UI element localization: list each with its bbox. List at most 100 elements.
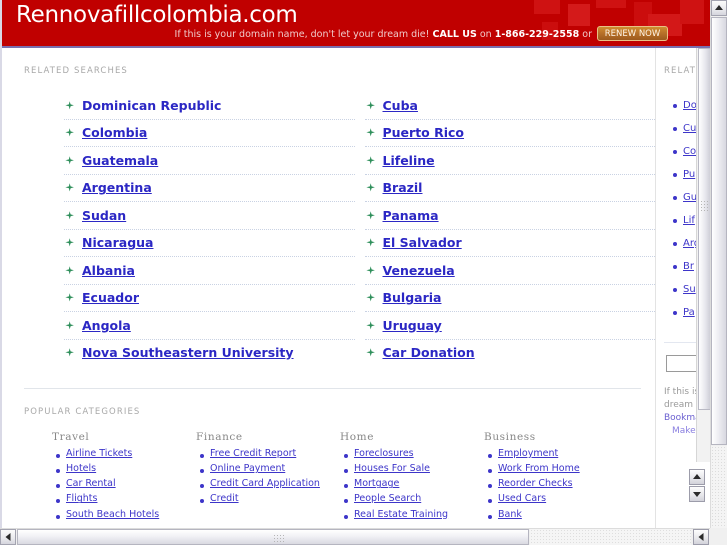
related-search-link[interactable]: Colombia (82, 125, 147, 140)
popular-category-item[interactable]: Flights (52, 493, 196, 505)
popular-category-item[interactable]: Used Cars (484, 493, 628, 505)
vertical-scrollbar-thumb[interactable] (711, 17, 727, 445)
related-search-item[interactable]: Sudan (64, 202, 355, 230)
related-search-link[interactable]: Puerto Rico (383, 125, 465, 140)
browser-horizontal-scrollbar[interactable] (0, 528, 727, 545)
vertical-scrollbar-track[interactable] (711, 446, 727, 528)
popular-category-link[interactable]: Credit Card Application (210, 478, 320, 490)
popular-category-item[interactable]: South Beach Hotels (52, 509, 196, 521)
popular-category-item[interactable]: Mortgage (340, 478, 484, 490)
related-search-item[interactable]: Dominican Republic (64, 92, 355, 120)
related-search-link[interactable]: Brazil (383, 180, 423, 195)
related-search-item[interactable]: Colombia (64, 120, 355, 147)
popular-category-item[interactable]: Employment (484, 448, 628, 460)
sidebar-link[interactable]: Do (683, 100, 697, 111)
sidebar-link[interactable]: Cu (683, 123, 696, 134)
popular-category-item[interactable]: Airline Tickets (52, 448, 196, 460)
popular-category-link[interactable]: People Search (354, 493, 421, 505)
sidebar-link[interactable]: Gu (683, 192, 697, 203)
popular-category-item[interactable]: People Search (340, 493, 484, 505)
related-search-link[interactable]: Car Donation (383, 345, 475, 360)
popular-category-link[interactable]: Work From Home (498, 463, 580, 475)
related-search-item[interactable]: Bulgaria (364, 285, 655, 312)
related-search-item[interactable]: Nicaragua (64, 230, 355, 257)
browser-vertical-scrollbar[interactable] (710, 0, 727, 528)
related-search-item[interactable]: Nova Southeastern University (64, 340, 355, 367)
popular-category-item[interactable]: Hotels (52, 463, 196, 475)
related-search-link[interactable]: Angola (82, 318, 131, 333)
scroll-left-button[interactable] (0, 529, 16, 545)
related-search-link[interactable]: Nicaragua (82, 235, 153, 250)
scroll-up-button[interactable] (711, 0, 727, 16)
related-search-link[interactable]: Panama (383, 208, 439, 223)
sidebar-link[interactable]: Co (683, 146, 696, 157)
popular-category-item[interactable]: Credit (196, 493, 340, 505)
related-search-item[interactable]: El Salvador (364, 230, 655, 257)
popular-category-link[interactable]: Hotels (66, 463, 96, 475)
popular-category-link[interactable]: Flights (66, 493, 97, 505)
popular-category-link[interactable]: Used Cars (498, 493, 546, 505)
popular-category-item[interactable]: Bank (484, 509, 628, 521)
related-search-item[interactable]: Brazil (364, 175, 655, 202)
related-search-link[interactable]: Argentina (82, 180, 152, 195)
related-search-link[interactable]: Lifeline (383, 153, 435, 168)
widget-scroll-up-button[interactable] (689, 469, 705, 485)
popular-category-link[interactable]: Online Payment (210, 463, 285, 475)
popular-category-link[interactable]: Airline Tickets (66, 448, 132, 460)
related-search-item[interactable]: Cuba (364, 92, 655, 120)
related-search-link[interactable]: Bulgaria (383, 290, 442, 305)
related-search-item[interactable]: Uruguay (364, 312, 655, 340)
popular-category-item[interactable]: Online Payment (196, 463, 340, 475)
popular-category-link[interactable]: Foreclosures (354, 448, 414, 460)
popular-category-link[interactable]: Car Rental (66, 478, 116, 490)
horizontal-scrollbar-track[interactable] (530, 529, 691, 545)
related-search-item[interactable]: Lifeline (364, 147, 655, 175)
widget-scroll-down-button[interactable] (689, 486, 705, 502)
related-search-item[interactable]: Venezuela (364, 257, 655, 285)
related-search-link[interactable]: Cuba (383, 98, 418, 113)
popular-category-item[interactable]: Credit Card Application (196, 478, 340, 490)
popular-category-link[interactable]: Houses For Sale (354, 463, 430, 475)
related-search-link[interactable]: Guatemala (82, 153, 158, 168)
related-search-item[interactable]: Angola (64, 312, 355, 340)
sidebar-link[interactable]: Br (683, 261, 694, 272)
related-search-item[interactable]: Puerto Rico (364, 120, 655, 147)
related-search-item[interactable]: Car Donation (365, 340, 656, 367)
popular-category-item[interactable]: Car Rental (52, 478, 196, 490)
popular-category-link[interactable]: Bank (498, 509, 522, 521)
widget-scrollbar-thumb[interactable] (698, 48, 710, 410)
related-search-link[interactable]: El Salvador (383, 235, 462, 250)
popular-category-item[interactable]: Real Estate Training (340, 509, 484, 521)
related-search-link[interactable]: Dominican Republic (82, 98, 221, 113)
popular-category-item[interactable]: Work From Home (484, 463, 628, 475)
related-search-item[interactable]: Guatemala (64, 147, 355, 175)
related-search-link[interactable]: Uruguay (383, 318, 442, 333)
widget-scroll-buttons[interactable] (689, 469, 705, 502)
popular-category-item[interactable]: Reorder Checks (484, 478, 628, 490)
sidebar-link[interactable]: Pa (683, 307, 695, 318)
related-search-link[interactable]: Nova Southeastern University (82, 345, 294, 360)
related-search-link[interactable]: Albania (82, 263, 135, 278)
popular-category-link[interactable]: Credit (210, 493, 239, 505)
widget-vertical-scrollbar[interactable] (696, 48, 710, 462)
sidebar-link[interactable]: Lif (683, 215, 695, 226)
sidebar-link[interactable]: Pu (683, 169, 695, 180)
scroll-left-button-2[interactable] (693, 529, 709, 545)
popular-category-item[interactable]: Houses For Sale (340, 463, 484, 475)
horizontal-scrollbar-thumb[interactable] (17, 529, 529, 545)
popular-category-link[interactable]: Real Estate Training (354, 509, 448, 521)
sidebar-link[interactable]: Su (683, 284, 696, 295)
popular-category-link[interactable]: Free Credit Report (210, 448, 296, 460)
popular-category-link[interactable]: Reorder Checks (498, 478, 573, 490)
renew-now-button[interactable]: RENEW NOW (597, 26, 668, 41)
related-search-item[interactable]: Argentina (64, 175, 355, 202)
popular-category-item[interactable]: Free Credit Report (196, 448, 340, 460)
popular-category-item[interactable]: Foreclosures (340, 448, 484, 460)
popular-category-link[interactable]: Employment (498, 448, 558, 460)
related-search-item[interactable]: Ecuador (64, 285, 355, 312)
related-search-item[interactable]: Albania (64, 257, 355, 285)
related-search-link[interactable]: Venezuela (383, 263, 455, 278)
popular-category-link[interactable]: Mortgage (354, 478, 399, 490)
related-search-link[interactable]: Ecuador (82, 290, 139, 305)
popular-category-link[interactable]: South Beach Hotels (66, 509, 159, 521)
